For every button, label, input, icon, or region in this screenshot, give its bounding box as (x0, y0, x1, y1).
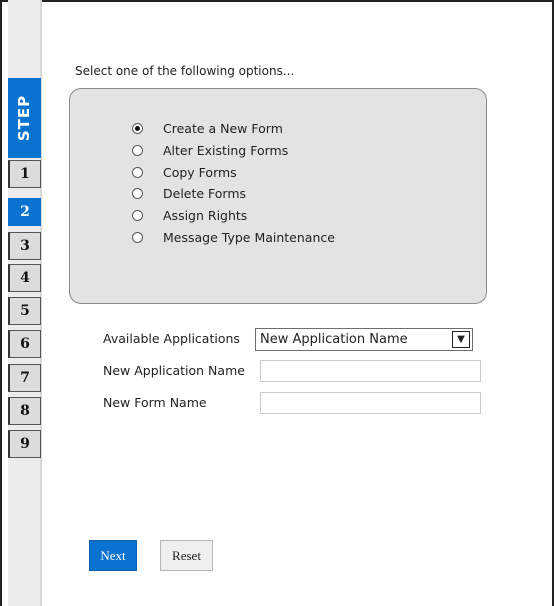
next-button[interactable]: Next (89, 540, 137, 571)
new-form-name-label: New Form Name (103, 395, 207, 410)
step-tab-6[interactable]: 6 (8, 330, 41, 358)
option-label: Delete Forms (163, 185, 247, 201)
new-form-name-input[interactable] (260, 392, 481, 414)
step-tab-9[interactable]: 9 (8, 430, 41, 458)
radio-selected-icon[interactable] (132, 122, 143, 134)
option-message-type-maintenance[interactable]: Message Type Maintenance (132, 227, 335, 247)
available-applications-value: New Application Name (260, 332, 408, 347)
step-tab-7[interactable]: 7 (8, 364, 41, 392)
new-application-name-input[interactable] (260, 360, 481, 382)
step-tab-3[interactable]: 3 (8, 232, 41, 260)
instruction-text: Select one of the following options... (75, 64, 295, 78)
option-label: Create a New Form (163, 120, 283, 136)
option-assign-rights[interactable]: Assign Rights (132, 205, 247, 225)
available-applications-select[interactable]: New Application Name ▼ (255, 328, 473, 351)
option-label: Copy Forms (163, 164, 237, 180)
radio-icon[interactable] (132, 166, 143, 178)
step-tab-2[interactable]: 2 (8, 198, 41, 226)
step-tab-4[interactable]: 4 (8, 264, 41, 292)
options-panel: Create a New Form Alter Existing Forms C… (69, 88, 487, 304)
option-delete-forms[interactable]: Delete Forms (132, 183, 246, 203)
option-label: Assign Rights (163, 207, 248, 223)
step-tab-5[interactable]: 5 (8, 297, 41, 325)
option-alter-existing-forms[interactable]: Alter Existing Forms (132, 140, 288, 160)
option-create-new-form[interactable]: Create a New Form (132, 118, 283, 138)
new-application-name-label: New Application Name (103, 363, 245, 378)
available-applications-label: Available Applications (103, 331, 240, 346)
step-header-label: STEP (15, 94, 34, 142)
option-label: Alter Existing Forms (163, 142, 289, 158)
chevron-down-icon[interactable]: ▼ (452, 331, 470, 348)
radio-icon[interactable] (132, 209, 143, 221)
option-label: Message Type Maintenance (163, 229, 335, 245)
reset-button[interactable]: Reset (160, 540, 213, 571)
radio-icon[interactable] (132, 231, 143, 243)
radio-icon[interactable] (132, 144, 143, 156)
step-tab-8[interactable]: 8 (8, 397, 41, 425)
option-copy-forms[interactable]: Copy Forms (132, 162, 237, 182)
step-header: STEP (8, 78, 41, 158)
radio-icon[interactable] (132, 187, 143, 199)
step-tab-1[interactable]: 1 (8, 160, 41, 188)
